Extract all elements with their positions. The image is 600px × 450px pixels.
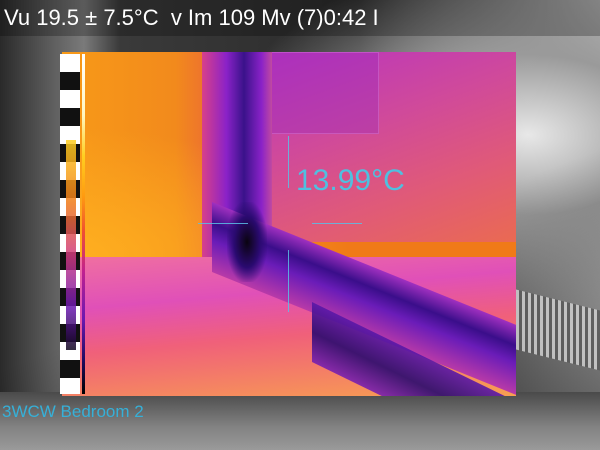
crosshair-right [312,223,362,224]
color-scale-line [82,54,85,394]
color-scale-gradient [66,140,76,350]
status-bar: Vu 19.5 ± 7.5°C v Im 109 Mv (7)0:42 I [0,0,600,36]
crosshair-top [288,136,289,188]
crosshair-bottom [288,250,289,312]
thermal-cold-corner [227,202,267,282]
spot-temperature-readout: 13.99°C [296,164,405,197]
image-caption: 3WCW Bedroom 2 [2,402,144,421]
crosshair-left [198,223,248,224]
thermal-glass-pane [267,52,379,134]
thermal-image[interactable] [62,52,516,396]
